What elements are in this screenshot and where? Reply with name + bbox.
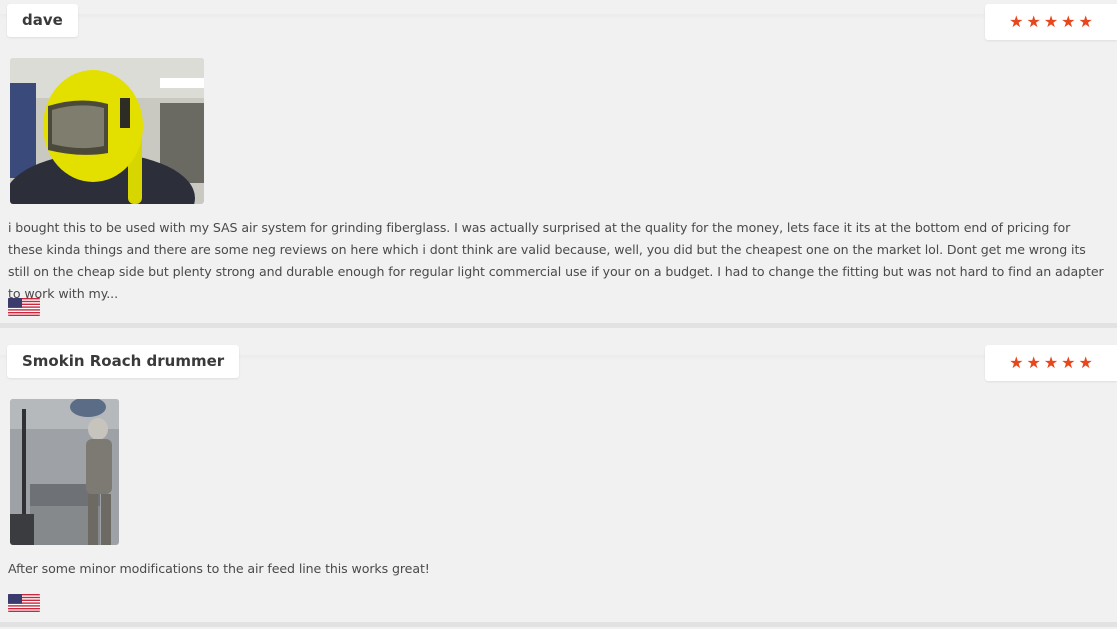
review-photo[interactable] — [10, 58, 204, 204]
review-photo[interactable] — [10, 399, 119, 545]
reviewer-name: dave — [7, 4, 78, 37]
review-card: Smokin Roach drummer ★ ★ ★ ★ ★ After som… — [0, 341, 1117, 629]
yellow-helmet-photo — [10, 58, 204, 204]
star-icon: ★ — [1043, 353, 1059, 372]
us-flag-icon — [8, 594, 40, 612]
review-divider — [0, 622, 1117, 627]
review-text: After some minor modifications to the ai… — [8, 561, 430, 576]
us-flag-icon — [8, 298, 40, 316]
review-card: dave ★ ★ ★ ★ ★ i bought this to be used … — [0, 0, 1117, 328]
star-icon: ★ — [1078, 12, 1093, 31]
star-icon: ★ — [1061, 12, 1076, 31]
star-icon: ★ — [1026, 12, 1041, 31]
star-icon: ★ — [1026, 353, 1041, 372]
star-rating: ★ ★ ★ ★ ★ — [985, 345, 1117, 381]
star-icon: ★ — [1061, 353, 1076, 372]
star-icon: ★ — [1078, 353, 1093, 372]
blast-booth-photo — [10, 399, 119, 545]
star-icon: ★ — [1009, 353, 1024, 372]
review-header-band — [0, 14, 1117, 20]
review-text: i bought this to be used with my SAS air… — [8, 220, 1104, 301]
star-rating: ★ ★ ★ ★ ★ — [985, 4, 1117, 40]
star-icon: ★ — [1009, 12, 1024, 31]
review-divider — [0, 323, 1117, 328]
star-icon: ★ — [1043, 12, 1059, 31]
reviewer-name: Smokin Roach drummer — [7, 345, 240, 378]
